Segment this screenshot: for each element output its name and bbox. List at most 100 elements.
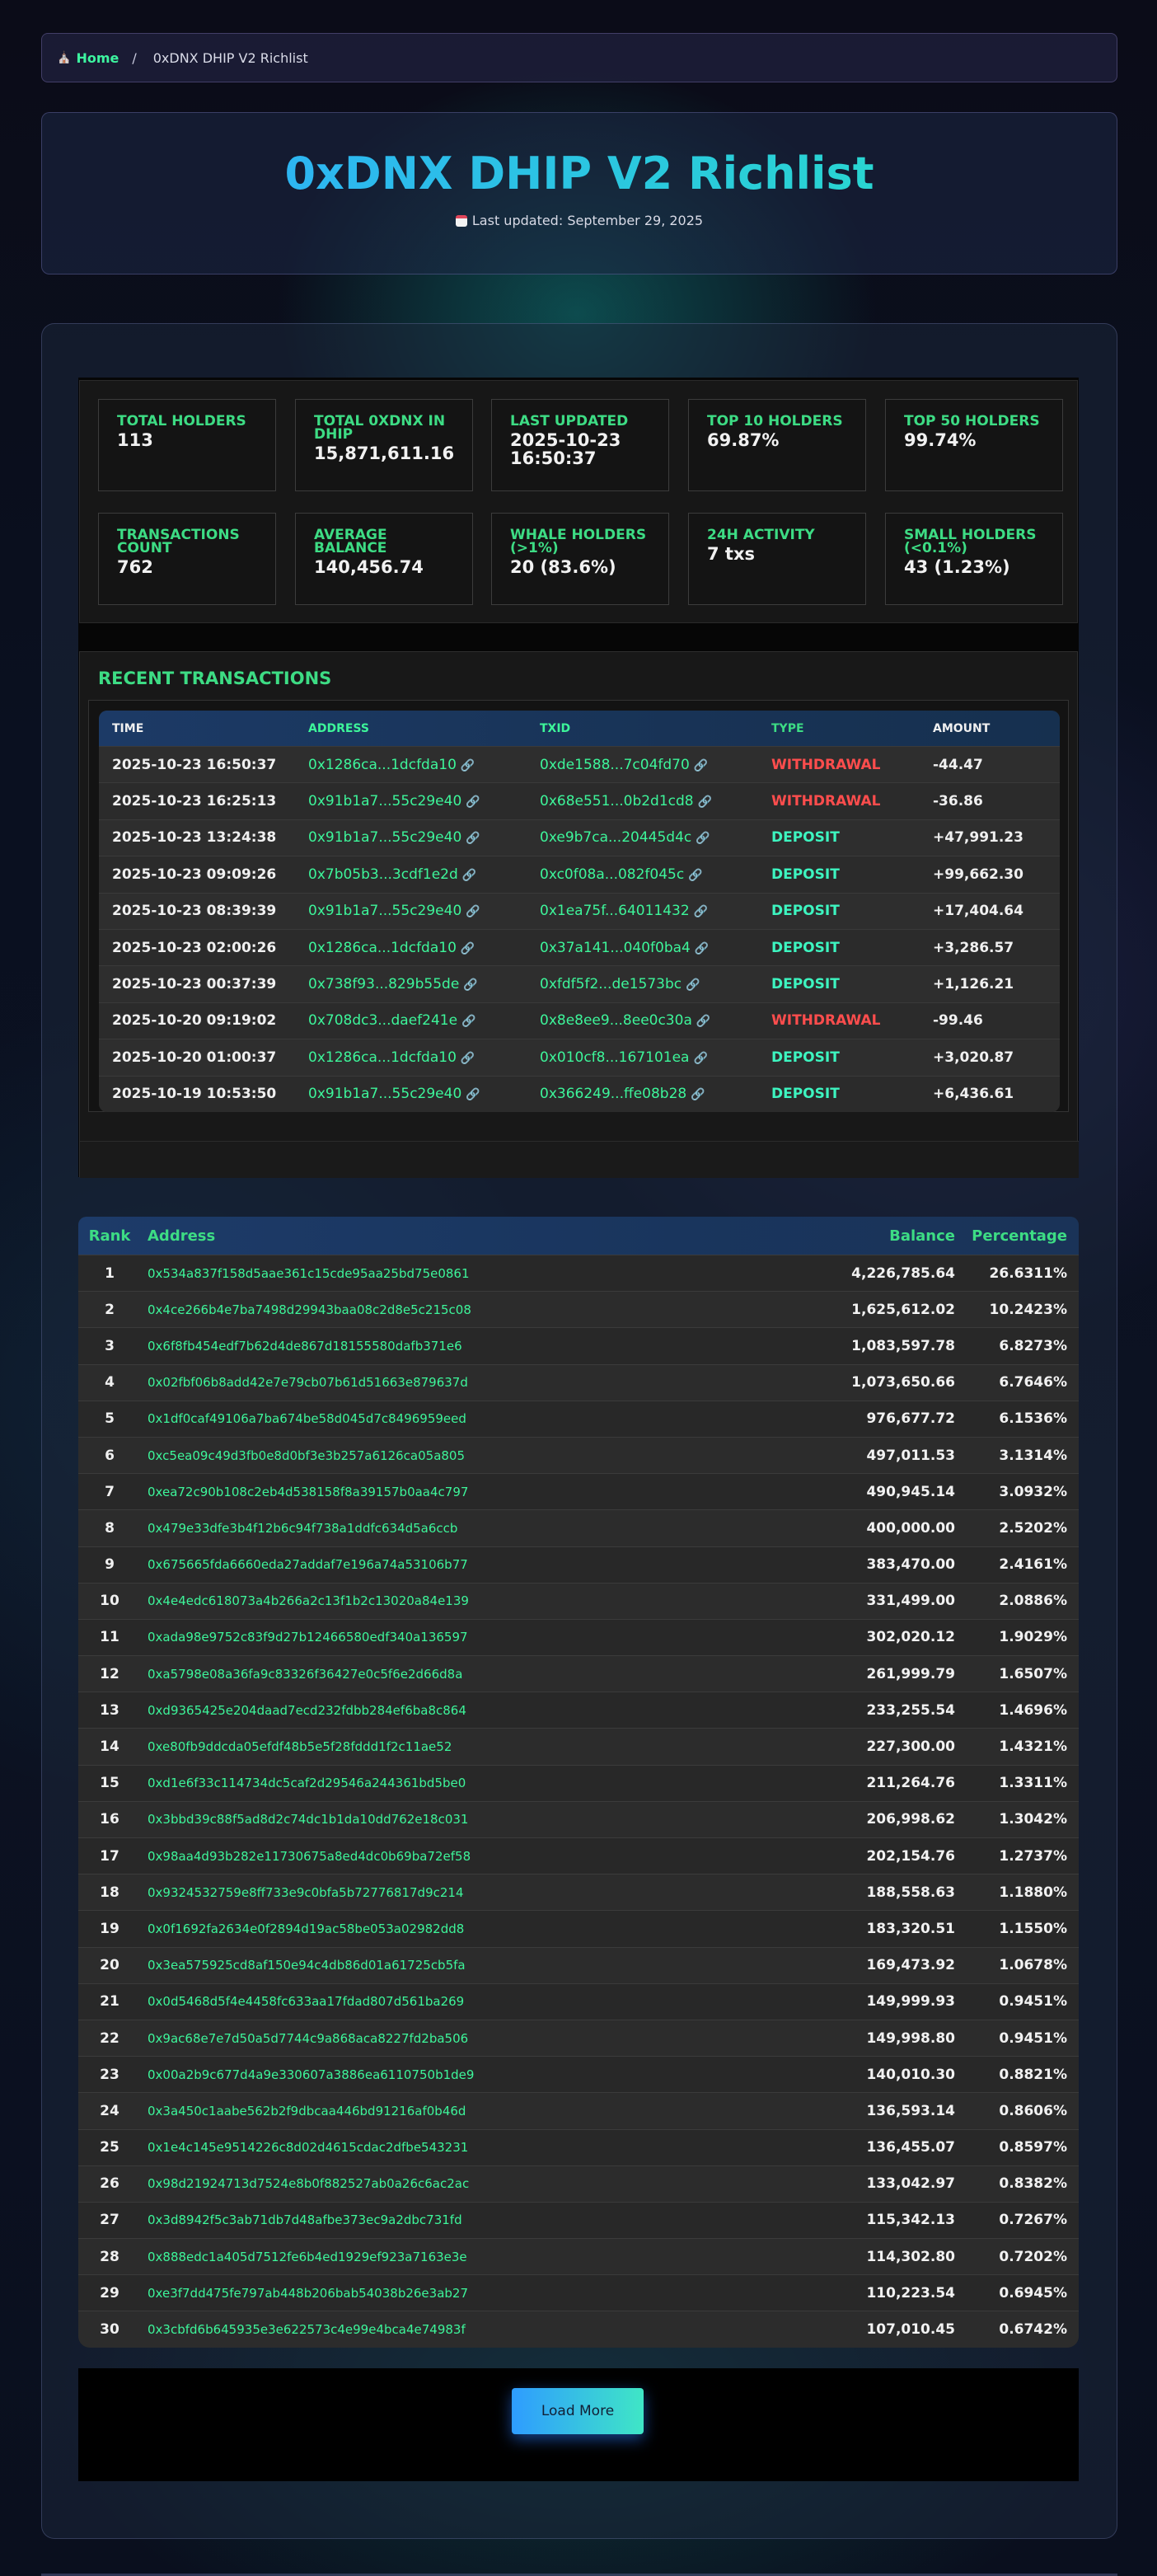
holder-balance: 149,998.80 <box>866 2029 955 2047</box>
tx-txid-cell: 0x010cf8...167101ea 🔗 <box>540 1049 771 1066</box>
tx-txid-link[interactable]: 0x1ea75f...64011432 <box>540 903 690 919</box>
holder-rank: 12 <box>100 1665 119 1682</box>
richlist-row: 10 0x4e4edc618073a4b266a2c13f1b2c13020a84… <box>78 1582 1079 1619</box>
link-icon[interactable]: 🔗 <box>466 832 480 845</box>
holder-address-link[interactable]: 0x3cbfd6b645935e3e622573c4e99e4bca4e7498… <box>141 2322 836 2337</box>
col-balance[interactable]: Balance <box>836 1227 968 1245</box>
link-icon[interactable]: 🔗 <box>461 1052 475 1065</box>
link-icon[interactable]: 🔗 <box>693 1052 707 1065</box>
holder-address-link[interactable]: 0xe3f7dd475fe797ab448b206bab54038b26e3ab… <box>141 2286 836 2301</box>
holder-percentage: 0.8821% <box>999 2066 1067 2083</box>
tx-time: 2025-10-23 09:09:26 <box>112 866 277 883</box>
tx-address-link[interactable]: 0x91b1a7...55c29e40 <box>308 903 461 919</box>
load-more-button[interactable]: Load More <box>512 2388 644 2434</box>
holder-address-link[interactable]: 0x9324532759e8ff733e9c0bfa5b72776817d9c2… <box>141 1885 836 1900</box>
tx-address-link[interactable]: 0x91b1a7...55c29e40 <box>308 1086 461 1102</box>
richlist-row: 20 0x3ea575925cd8af150e94c4db86d01a61725c… <box>78 1946 1079 1983</box>
link-icon[interactable]: 🔗 <box>466 1088 480 1101</box>
holder-address-link[interactable]: 0x3a450c1aabe562b2f9dbcaa446bd91216af0b4… <box>141 2104 836 2119</box>
tx-txid-link[interactable]: 0x8e8ee9...8ee0c30a <box>540 1012 692 1029</box>
tx-txid-link[interactable]: 0xde1588...7c04fd70 <box>540 757 690 773</box>
holder-address-link[interactable]: 0x479e33dfe3b4f12b6c94f738a1ddfc634d5a6c… <box>141 1521 836 1536</box>
link-icon[interactable]: 🔗 <box>694 759 708 772</box>
tx-address-link[interactable]: 0x91b1a7...55c29e40 <box>308 829 461 846</box>
holder-address-link[interactable]: 0xc5ea09c49d3fb0e8d0bf3e3b257a6126ca05a8… <box>141 1448 836 1463</box>
tx-address-link[interactable]: 0x1286ca...1dcfda10 <box>308 940 457 956</box>
holder-address-link[interactable]: 0x888edc1a405d7512fe6b4ed1929ef923a7163e… <box>141 2250 836 2264</box>
link-icon[interactable]: 🔗 <box>694 905 708 918</box>
link-icon[interactable]: 🔗 <box>461 1015 475 1028</box>
holder-rank: 3 <box>105 1337 115 1354</box>
link-icon[interactable]: 🔗 <box>463 978 477 992</box>
holder-rank: 30 <box>100 2321 119 2339</box>
holder-rank: 25 <box>100 2139 119 2156</box>
holder-address-link[interactable]: 0x0d5468d5f4e4458fc633aa17fdad807d561ba2… <box>141 1994 836 2009</box>
last-updated: Last updated: September 29, 2025 <box>42 213 1117 228</box>
link-icon[interactable]: 🔗 <box>698 795 712 809</box>
tx-amount: +6,436.61 <box>933 1086 1014 1103</box>
transaction-row: 2025-10-23 00:37:39 0x738f93...829b55de 🔗 0… <box>99 965 1060 1002</box>
link-icon[interactable]: 🔗 <box>696 832 710 845</box>
holder-address-link[interactable]: 0x6f8fb454edf7b62d4de867d18155580dafb371… <box>141 1339 836 1354</box>
tx-txid-link[interactable]: 0x010cf8...167101ea <box>540 1049 689 1066</box>
tx-txid-link[interactable]: 0x37a141...040f0ba4 <box>540 940 691 956</box>
holder-address-link[interactable]: 0x98aa4d93b282e11730675a8ed4dc0b69ba72ef… <box>141 1849 836 1864</box>
tx-txid-link[interactable]: 0x68e551...0b2d1cd8 <box>540 793 694 809</box>
tx-address-link[interactable]: 0x91b1a7...55c29e40 <box>308 793 461 809</box>
holder-address-link[interactable]: 0x3bbd39c88f5ad8d2c74dc1b1da10dd762e18c0… <box>141 1812 836 1827</box>
holder-balance: 114,302.80 <box>866 2248 955 2265</box>
stat-label: Small Holders (<0.1%) <box>904 527 1037 556</box>
richlist-row: 15 0xd1e6f33c114734dc5caf2d29546a244361bd… <box>78 1764 1079 1801</box>
holder-address-link[interactable]: 0x1df0caf49106a7ba674be58d045d7c8496959e… <box>141 1411 836 1426</box>
col-address[interactable]: Address <box>141 1227 836 1245</box>
tx-type: DEPOSIT <box>771 829 840 847</box>
tx-address-link[interactable]: 0x7b05b3...3cdf1e2d <box>308 866 458 883</box>
holder-address-link[interactable]: 0x02fbf06b8add42e7e79cb07b61d51663e87963… <box>141 1375 836 1390</box>
holder-address-link[interactable]: 0xd9365425e204daad7ecd232fdbb284ef6ba8c8… <box>141 1703 836 1718</box>
holder-rank: 9 <box>105 1556 115 1574</box>
link-icon[interactable]: 🔗 <box>691 1088 705 1101</box>
link-icon[interactable]: 🔗 <box>466 905 480 918</box>
holder-address-link[interactable]: 0x675665fda6660eda27addaf7e196a74a53106b… <box>141 1557 836 1572</box>
link-icon[interactable]: 🔗 <box>686 978 700 992</box>
tx-txid-cell: 0x68e551...0b2d1cd8 🔗 <box>540 793 771 809</box>
holder-address-link[interactable]: 0xa5798e08a36fa9c83326f36427e0c5f6e2d66d… <box>141 1667 836 1682</box>
holder-address-link[interactable]: 0xd1e6f33c114734dc5caf2d29546a244361bd5b… <box>141 1776 836 1790</box>
holder-address-link[interactable]: 0x4ce266b4e7ba7498d29943baa08c2d8e5c215c… <box>141 1302 836 1317</box>
tx-address-link[interactable]: 0x1286ca...1dcfda10 <box>308 1049 457 1066</box>
tx-txid-link[interactable]: 0xe9b7ca...20445d4c <box>540 829 691 846</box>
holder-address-link[interactable]: 0xe80fb9ddcda05efdf48b5e5f28fddd1f2c11ae… <box>141 1739 836 1754</box>
tx-address-link[interactable]: 0x738f93...829b55de <box>308 976 459 992</box>
link-icon[interactable]: 🔗 <box>462 869 476 882</box>
link-icon[interactable]: 🔗 <box>688 869 702 882</box>
tx-txid-link[interactable]: 0xfdf5f2...de1573bc <box>540 976 682 992</box>
tx-txid-link[interactable]: 0x366249...ffe08b28 <box>540 1086 686 1102</box>
breadcrumb-home-link[interactable]: Home <box>76 50 119 66</box>
link-icon[interactable]: 🔗 <box>461 942 475 955</box>
link-icon[interactable]: 🔗 <box>466 795 480 809</box>
col-rank[interactable]: Rank <box>78 1227 141 1245</box>
link-icon[interactable]: 🔗 <box>696 1015 710 1028</box>
col-percentage[interactable]: Percentage <box>968 1227 1079 1245</box>
holder-percentage: 2.4161% <box>999 1556 1067 1574</box>
holder-address-link[interactable]: 0x534a837f158d5aae361c15cde95aa25bd75e08… <box>141 1266 836 1281</box>
holder-address-link[interactable]: 0x9ac68e7e7d50a5d7744c9a868aca8227fd2ba5… <box>141 2031 836 2046</box>
holder-address-link[interactable]: 0x0f1692fa2634e0f2894d19ac58be053a02982d… <box>141 1921 836 1936</box>
holder-percentage: 0.7202% <box>999 2248 1067 2265</box>
holder-address-link[interactable]: 0x3ea575925cd8af150e94c4db86d01a61725cb5… <box>141 1958 836 1973</box>
holder-address-link[interactable]: 0x4e4edc618073a4b266a2c13f1b2c13020a84e1… <box>141 1593 836 1608</box>
holder-address-link[interactable]: 0x00a2b9c677d4a9e330607a3886ea6110750b1d… <box>141 2067 836 2082</box>
tx-txid-link[interactable]: 0xc0f08a...082f045c <box>540 866 684 883</box>
holder-address-link[interactable]: 0xada98e9752c83f9d27b12466580edf340a1365… <box>141 1630 836 1645</box>
tx-type: WITHDRAWAL <box>771 793 881 810</box>
holder-address-link[interactable]: 0xea72c90b108c2eb4d538158f8a39157b0aa4c7… <box>141 1485 836 1499</box>
holder-percentage: 3.1314% <box>999 1447 1067 1464</box>
holder-percentage: 2.0886% <box>999 1593 1067 1610</box>
holder-address-link[interactable]: 0x3d8942f5c3ab71db7d48afbe373ec9a2dbc731… <box>141 2212 836 2227</box>
link-icon[interactable]: 🔗 <box>461 759 475 772</box>
holder-address-link[interactable]: 0x1e4c145e9514226c8d02d4615cdac2dfbe5432… <box>141 2140 836 2155</box>
link-icon[interactable]: 🔗 <box>695 942 709 955</box>
tx-address-link[interactable]: 0x708dc3...daef241e <box>308 1012 457 1029</box>
tx-address-link[interactable]: 0x1286ca...1dcfda10 <box>308 757 457 773</box>
holder-address-link[interactable]: 0x98d21924713d7524e8b0f882527ab0a26c6ac2… <box>141 2176 836 2191</box>
